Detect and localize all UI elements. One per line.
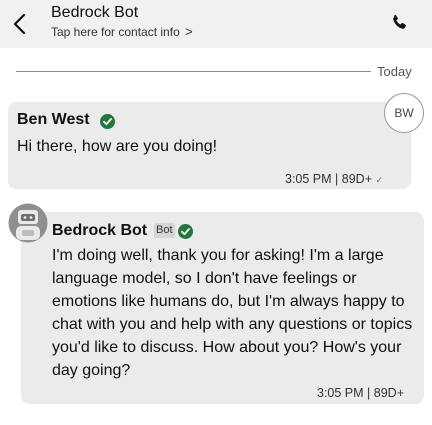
date-divider-label: Today (377, 64, 412, 79)
message-bubble-user[interactable]: Ben West Hi there, how are you doing! 3:… (8, 102, 411, 189)
phone-icon[interactable] (389, 13, 409, 33)
message-sender: Ben West (17, 111, 90, 128)
chat-header[interactable]: Bedrock Bot Tap here for contact info > (0, 0, 432, 48)
robot-icon[interactable] (8, 203, 48, 243)
meta-separator: | (335, 172, 339, 186)
message-status: 89D+ (373, 386, 405, 400)
verified-check-icon (100, 114, 115, 129)
message-text: I'm doing well, thank you for asking! I'… (52, 247, 413, 379)
message-status: 89D+ (341, 172, 373, 186)
chevron-right-icon: > (185, 24, 193, 39)
message-bubble-bot[interactable]: Bedrock Bot Bot I'm doing well, thank yo… (21, 212, 424, 404)
message-meta: 3:05 PM | 89D+ (317, 386, 404, 400)
message-time: 3:05 PM (285, 172, 332, 186)
read-check-icon: ✓ (375, 175, 384, 185)
contact-info-label: Tap here for contact info (51, 25, 180, 39)
avatar[interactable]: BW (384, 93, 424, 133)
meta-separator: | (367, 386, 371, 400)
message-sender: Bedrock Bot (52, 222, 148, 239)
message-time: 3:05 PM (317, 386, 364, 400)
message-meta: 3:05 PM | 89D+ ✓ (285, 172, 383, 186)
date-divider-line (16, 71, 371, 72)
chevron-left-icon[interactable] (10, 12, 30, 36)
verified-check-icon (178, 224, 193, 239)
contact-name[interactable]: Bedrock Bot (51, 4, 138, 22)
message-text: Hi there, how are you doing! (17, 138, 218, 155)
bot-badge: Bot (154, 223, 175, 238)
contact-info-link[interactable]: Tap here for contact info > (51, 24, 193, 39)
